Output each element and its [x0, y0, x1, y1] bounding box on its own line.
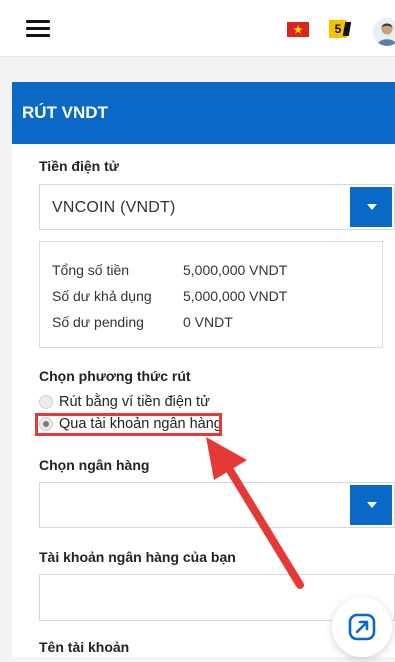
card-title: RÚT VNDT: [12, 82, 395, 144]
account-label: Tài khoản ngân hàng của bạn: [39, 549, 236, 565]
radio-crypto-wallet[interactable]: Rút bằng ví tiền điện tử: [39, 393, 239, 413]
crypto-select-value: VNCOIN (VNDT): [52, 199, 176, 216]
user-avatar-icon[interactable]: [373, 18, 395, 46]
chevron-down-icon[interactable]: [350, 187, 392, 227]
info-value: 0 VNDT: [183, 314, 233, 330]
vietnam-flag-icon[interactable]: [287, 22, 309, 37]
info-value: 5,000,000 VNDT: [183, 288, 288, 304]
info-row-total: Tổng số tiền 5,000,000 VNDT: [52, 262, 287, 278]
info-label: Tổng số tiền: [52, 262, 130, 278]
crypto-select[interactable]: VNCOIN (VNDT): [39, 184, 395, 230]
account-name-label: Tên tài khoản: [39, 639, 130, 655]
chevron-down-icon[interactable]: [350, 485, 392, 525]
bank-select[interactable]: [39, 482, 395, 528]
radio-label: Rút bằng ví tiền điện tử: [59, 394, 210, 410]
arrow-up-right-icon: [348, 613, 376, 641]
floating-action-button[interactable]: [332, 597, 392, 657]
info-label: Số dư pending: [52, 314, 144, 330]
notification-badge[interactable]: 5: [329, 20, 347, 38]
withdraw-card: RÚT VNDT Tiền điện tử VNCOIN (VNDT) Tổng…: [12, 82, 395, 657]
info-row-pending: Số dư pending 0 VNDT: [52, 314, 233, 330]
hamburger-icon[interactable]: [26, 20, 50, 37]
annotation-highlight-box: [35, 413, 222, 436]
method-label: Chọn phương thức rút: [39, 368, 191, 384]
top-bar: 5: [0, 0, 395, 57]
bank-label: Chọn ngân hàng: [39, 457, 150, 473]
crypto-label: Tiền điện tử: [39, 158, 119, 174]
info-row-available: Số dư khả dụng 5,000,000 VNDT: [52, 288, 287, 304]
radio-button[interactable]: [39, 395, 53, 409]
balance-info-box: Tổng số tiền 5,000,000 VNDT Số dư khả dụ…: [39, 241, 383, 348]
info-value: 5,000,000 VNDT: [183, 262, 288, 278]
info-label: Số dư khả dụng: [52, 288, 152, 304]
